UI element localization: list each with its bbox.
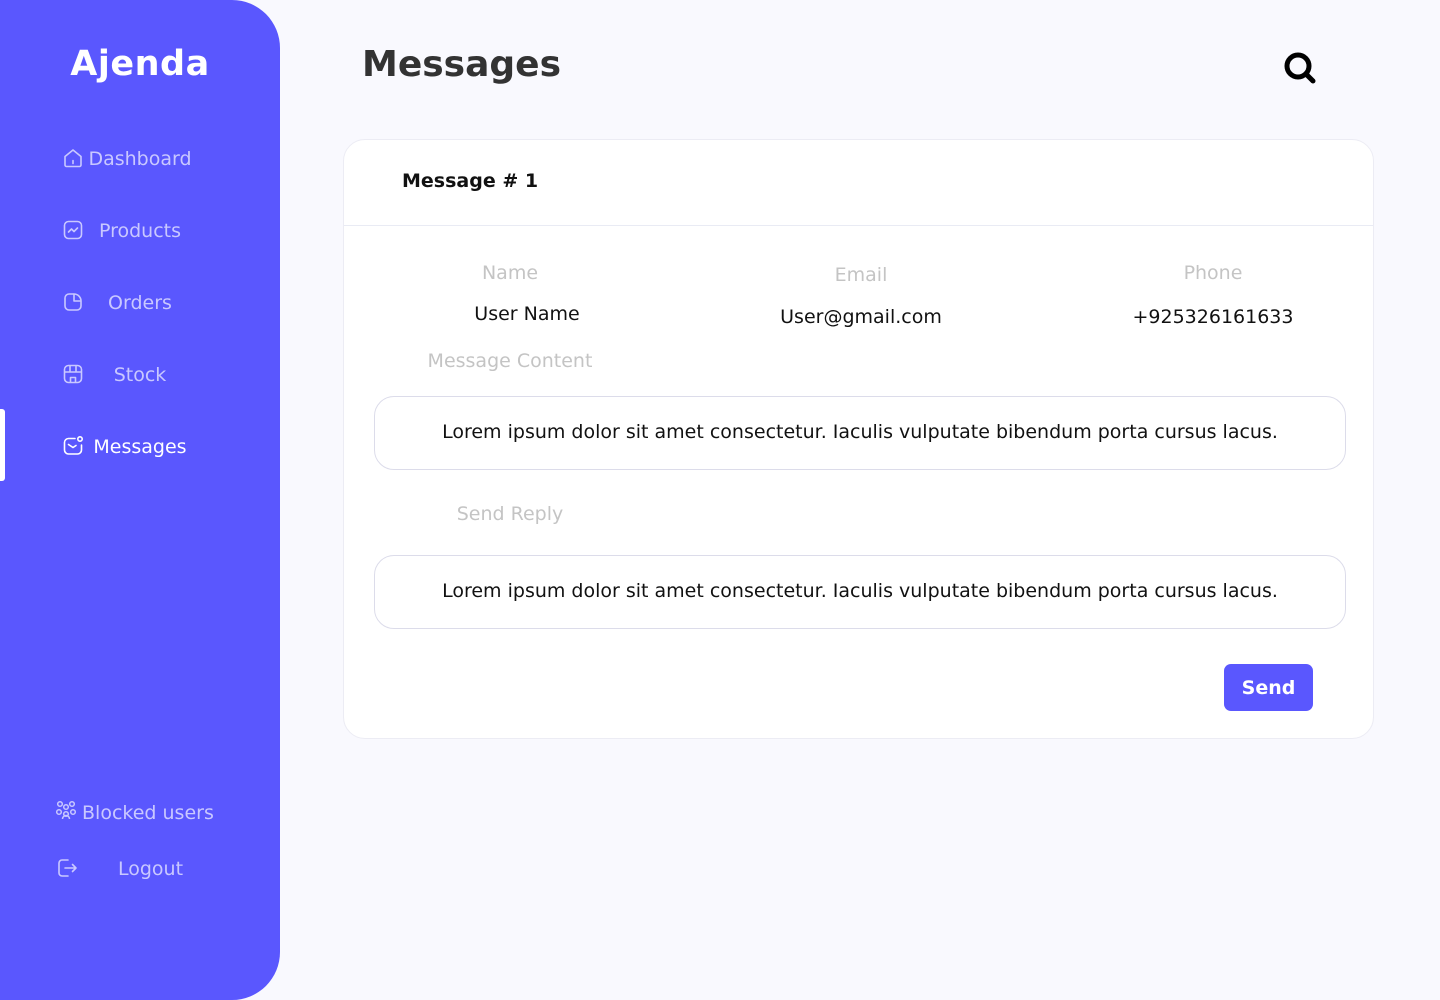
sidebar-item-orders[interactable]: Orders [0, 284, 280, 324]
sidebar-item-label: Logout [118, 858, 184, 880]
sidebar-item-dashboard[interactable]: Dashboard [0, 140, 280, 180]
email-value: User@gmail.com [780, 306, 942, 328]
name-label: Name [481, 262, 539, 284]
message-title: Message # 1 [402, 170, 539, 192]
sidebar-item-blocked-users[interactable]: Blocked users [0, 796, 280, 832]
phone-label: Phone [1183, 262, 1243, 284]
logout-icon [58, 859, 77, 877]
send-button[interactable]: Send [1224, 664, 1313, 711]
message-content-box: Lorem ipsum dolor sit amet consectetur. … [374, 396, 1346, 470]
sidebar-item-label: Blocked users [82, 802, 214, 824]
sidebar-item-logout[interactable]: Logout [0, 852, 280, 888]
name-value: User Name [474, 303, 580, 325]
sidebar: Ajenda Dashboard Products Orders Stock M… [0, 0, 280, 1000]
sidebar-item-label: Messages [93, 436, 187, 458]
users-icon [55, 800, 77, 820]
message-card: Message # 1 Name User Name Email User@gm… [343, 139, 1374, 739]
sidebar-item-messages[interactable]: Messages [0, 428, 280, 468]
message-content-text: Lorem ipsum dolor sit amet consectetur. … [442, 421, 1278, 443]
card-header: Message # 1 [344, 140, 1373, 226]
reply-input[interactable]: Lorem ipsum dolor sit amet consectetur. … [374, 555, 1346, 629]
search-button[interactable] [1280, 48, 1320, 88]
sidebar-item-label: Products [98, 220, 182, 242]
sidebar-item-label: Dashboard [88, 148, 192, 170]
page-title: Messages [362, 44, 562, 85]
message-content-label: Message Content [427, 350, 593, 372]
sidebar-item-products[interactable]: Products [0, 212, 280, 252]
sidebar-item-label: Stock [113, 364, 167, 386]
sidebar-item-label: Orders [108, 292, 172, 314]
sidebar-item-stock[interactable]: Stock [0, 356, 280, 396]
phone-value: +925326161633 [1132, 306, 1294, 328]
search-icon [1284, 52, 1316, 84]
app-logo: Ajenda [70, 44, 210, 84]
email-label: Email [834, 264, 888, 286]
reply-text: Lorem ipsum dolor sit amet consectetur. … [442, 580, 1278, 602]
send-reply-label: Send Reply [456, 503, 564, 525]
